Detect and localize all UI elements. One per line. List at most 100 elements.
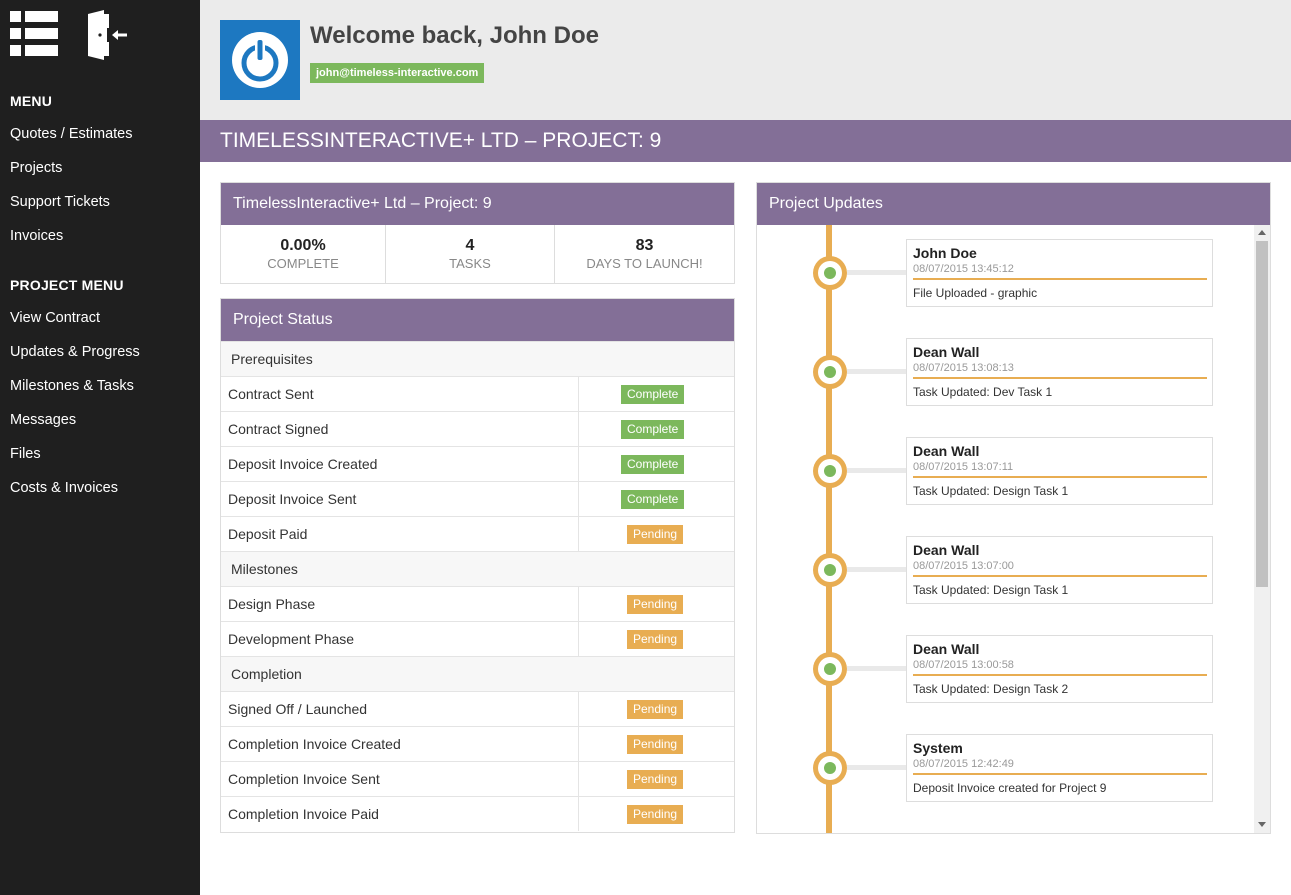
status-badge: Pending (627, 735, 684, 754)
status-badge: Pending (627, 700, 684, 719)
status-badge: Complete (621, 420, 685, 439)
status-badge: Complete (621, 385, 685, 404)
power-logo-icon (232, 32, 288, 88)
update-card: Dean Wall 08/07/2015 13:00:58 Task Updat… (906, 635, 1213, 703)
nav-costs-invoices[interactable]: Costs & Invoices (10, 480, 118, 496)
table-row: Contract Signed Complete (221, 411, 734, 446)
table-row: Contract Sent Complete (221, 376, 734, 411)
update-card: Dean Wall 08/07/2015 13:08:13 Task Updat… (906, 338, 1213, 406)
timeline-connector (847, 369, 907, 374)
update-timestamp: 08/07/2015 13:00:58 (913, 659, 1014, 671)
scroll-up-arrow-icon[interactable] (1258, 230, 1266, 235)
status-badge: Complete (621, 490, 685, 509)
update-divider (913, 575, 1207, 577)
update-card: John Doe 08/07/2015 13:45:12 File Upload… (906, 239, 1213, 307)
update-card: System 08/07/2015 12:42:49 Deposit Invoi… (906, 734, 1213, 802)
list-menu-icon[interactable] (10, 10, 58, 58)
update-text: File Uploaded - graphic (913, 286, 1038, 300)
nav-view-contract[interactable]: View Contract (10, 310, 100, 326)
stat-label: TASKS (449, 256, 491, 271)
timeline-dot (824, 366, 836, 378)
nav-messages[interactable]: Messages (10, 412, 76, 428)
table-row: Deposit Invoice Sent Complete (221, 481, 734, 516)
user-email-badge: john@timeless-interactive.com (310, 63, 485, 83)
task-name: Completion Invoice Sent (228, 771, 380, 787)
update-text: Deposit Invoice created for Project 9 (913, 781, 1107, 795)
update-text: Task Updated: Design Task 1 (913, 583, 1069, 597)
timeline-connector (847, 765, 907, 770)
stat-value: 4 (465, 237, 475, 254)
stat-label: COMPLETE (267, 256, 339, 271)
avatar (220, 20, 300, 100)
welcome-message: Welcome back, John Doe (310, 22, 599, 49)
status-group-prerequisites: Prerequisites (221, 341, 734, 376)
table-row: Deposit Paid Pending (221, 516, 734, 551)
timeline-dot (824, 762, 836, 774)
timeline-connector (847, 567, 907, 572)
status-badge: Pending (627, 805, 684, 824)
update-text: Task Updated: Design Task 2 (913, 682, 1069, 696)
update-divider (913, 278, 1207, 280)
update-timestamp: 08/07/2015 13:07:00 (913, 560, 1014, 572)
update-author: Dean Wall (913, 443, 980, 459)
nav-quotes-estimates[interactable]: Quotes / Estimates (10, 126, 133, 142)
status-badge: Pending (627, 630, 684, 649)
task-name: Contract Signed (228, 421, 329, 437)
scroll-down-arrow-icon[interactable] (1258, 822, 1266, 827)
status-group-completion: Completion (221, 656, 734, 691)
table-row: Signed Off / Launched Pending (221, 691, 734, 726)
project-updates-title: Project Updates (757, 183, 1270, 225)
timeline-dot (824, 465, 836, 477)
timeline-connector (847, 468, 907, 473)
task-name: Design Phase (228, 596, 316, 612)
nav-support-tickets[interactable]: Support Tickets (10, 194, 110, 210)
update-timestamp: 08/07/2015 13:07:11 (913, 461, 1014, 473)
updates-timeline[interactable]: John Doe 08/07/2015 13:45:12 File Upload… (757, 225, 1270, 833)
nav-invoices[interactable]: Invoices (10, 228, 63, 244)
update-card: Dean Wall 08/07/2015 13:07:00 Task Updat… (906, 536, 1213, 604)
stat-value: 0.00% (280, 237, 326, 254)
task-name: Deposit Paid (228, 526, 308, 542)
project-status-title: Project Status (221, 299, 734, 341)
update-timestamp: 08/07/2015 13:08:13 (913, 362, 1014, 374)
welcome-header: Welcome back, John Doe john@timeless-int… (200, 0, 1291, 120)
timeline-dot (824, 564, 836, 576)
update-text: Task Updated: Design Task 1 (913, 484, 1069, 498)
stat-value: 83 (635, 237, 654, 254)
update-divider (913, 773, 1207, 775)
update-timestamp: 08/07/2015 12:42:49 (913, 758, 1014, 770)
stat-tasks: 4 TASKS (385, 225, 554, 283)
nav-milestones-tasks[interactable]: Milestones & Tasks (10, 378, 134, 394)
logout-door-icon[interactable] (86, 10, 128, 60)
table-row: Completion Invoice Paid Pending (221, 796, 734, 831)
project-menu-heading: PROJECT MENU (10, 277, 124, 293)
timeline-connector (847, 666, 907, 671)
task-name: Deposit Invoice Sent (228, 491, 357, 507)
task-name: Contract Sent (228, 386, 314, 402)
update-divider (913, 476, 1207, 478)
group-label: Completion (231, 666, 302, 682)
updates-scrollbar[interactable] (1254, 225, 1270, 833)
task-name: Deposit Invoice Created (228, 456, 378, 472)
task-name: Completion Invoice Paid (228, 806, 379, 822)
update-timestamp: 08/07/2015 13:45:12 (913, 263, 1014, 275)
menu-heading: MENU (10, 93, 53, 109)
nav-files[interactable]: Files (10, 446, 41, 462)
update-author: Dean Wall (913, 542, 980, 558)
stat-label: DAYS TO LAUNCH! (586, 256, 703, 271)
page-title: TIMELESSINTERACTIVE+ LTD – PROJECT: 9 (200, 120, 1291, 162)
task-name: Signed Off / Launched (228, 701, 368, 717)
table-row: Deposit Invoice Created Complete (221, 446, 734, 481)
update-author: John Doe (913, 245, 977, 261)
scrollbar-thumb[interactable] (1256, 241, 1268, 587)
timeline-dot (824, 663, 836, 675)
table-row: Design Phase Pending (221, 586, 734, 621)
update-card: Dean Wall 08/07/2015 13:07:11 Task Updat… (906, 437, 1213, 505)
nav-projects[interactable]: Projects (10, 160, 62, 176)
status-badge: Pending (627, 595, 684, 614)
nav-updates-progress[interactable]: Updates & Progress (10, 344, 140, 360)
timeline-dot (824, 267, 836, 279)
status-badge: Pending (627, 770, 684, 789)
project-summary-title: TimelessInteractive+ Ltd – Project: 9 (221, 183, 734, 225)
timeline-connector (847, 270, 907, 275)
